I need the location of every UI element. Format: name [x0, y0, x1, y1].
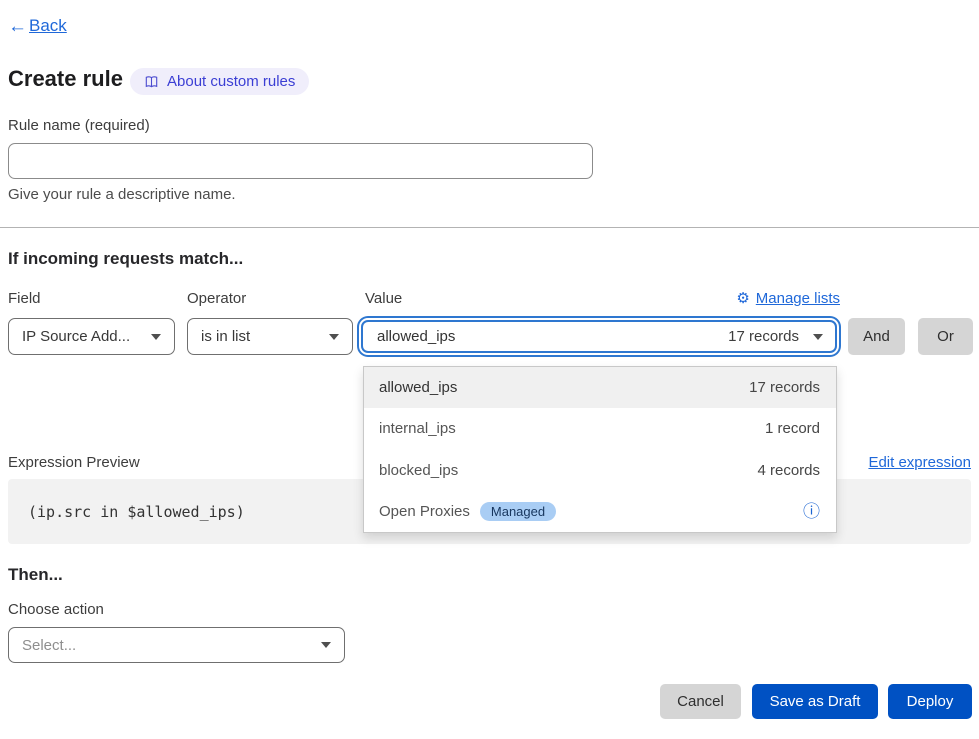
save-as-draft-button[interactable]: Save as Draft — [752, 684, 878, 719]
back-label: Back — [29, 16, 67, 36]
back-arrow-icon: ← — [8, 17, 27, 36]
cancel-button[interactable]: Cancel — [660, 684, 741, 719]
create-rule-page: ← Back Create rule About custom rules Ru… — [0, 0, 979, 739]
manage-lists-label: Manage lists — [756, 290, 840, 307]
rule-name-input[interactable] — [8, 143, 593, 179]
field-select-value: IP Source Add... — [22, 328, 130, 345]
field-label: Field — [8, 290, 41, 307]
operator-select-value: is in list — [201, 328, 250, 345]
rule-name-helper-text: Give your rule a descriptive name. — [8, 186, 236, 203]
and-button[interactable]: And — [848, 318, 905, 355]
action-select-placeholder: Select... — [22, 637, 76, 654]
expression-code: (ip.src in $allowed_ips) — [28, 503, 245, 521]
value-combobox-text: allowed_ips — [377, 328, 455, 345]
list-item-name: internal_ips — [379, 420, 456, 437]
or-button[interactable]: Or — [918, 318, 973, 355]
list-item-records: 4 records — [757, 462, 820, 479]
about-badge-label: About custom rules — [167, 73, 295, 90]
operator-select[interactable]: is in list — [187, 318, 353, 355]
value-combobox[interactable]: allowed_ips 17 records — [361, 320, 837, 353]
action-select[interactable]: Select... — [8, 627, 345, 663]
list-item-name: blocked_ips — [379, 462, 458, 479]
rule-name-label: Rule name (required) — [8, 117, 150, 134]
value-records-count: 17 records — [728, 328, 799, 345]
gear-icon: ⚙ — [736, 289, 749, 307]
list-item-open-proxies[interactable]: Open Proxies Managed ⓘ — [364, 491, 836, 532]
list-item-internal-ips[interactable]: internal_ips 1 record — [364, 408, 836, 449]
book-icon — [144, 75, 159, 89]
operator-label: Operator — [187, 290, 246, 307]
back-link[interactable]: ← Back — [8, 16, 67, 36]
manage-lists-link[interactable]: ⚙ Manage lists — [736, 289, 840, 307]
value-label: Value — [365, 290, 402, 307]
list-item-blocked-ips[interactable]: blocked_ips 4 records — [364, 450, 836, 491]
info-icon[interactable]: ⓘ — [803, 503, 820, 520]
list-item-name: allowed_ips — [379, 379, 457, 396]
choose-action-label: Choose action — [8, 601, 104, 618]
edit-expression-link[interactable]: Edit expression — [868, 454, 971, 471]
edit-expression-label: Edit expression — [868, 454, 971, 471]
section-divider — [0, 227, 979, 228]
chevron-down-icon[interactable] — [813, 334, 823, 340]
expression-preview-label: Expression Preview — [8, 454, 140, 471]
then-section-heading: Then... — [8, 565, 63, 585]
match-section-heading: If incoming requests match... — [8, 249, 243, 269]
about-custom-rules-link[interactable]: About custom rules — [130, 68, 309, 95]
field-select[interactable]: IP Source Add... — [8, 318, 175, 355]
managed-badge: Managed — [480, 502, 556, 521]
page-title: Create rule — [8, 66, 123, 92]
list-dropdown-panel: allowed_ips 17 records internal_ips 1 re… — [363, 366, 837, 533]
chevron-down-icon — [151, 334, 161, 340]
list-item-allowed-ips[interactable]: allowed_ips 17 records — [364, 367, 836, 408]
list-item-records: 1 record — [765, 420, 820, 437]
list-item-name: Open Proxies — [379, 503, 470, 520]
list-item-records: 17 records — [749, 379, 820, 396]
deploy-button[interactable]: Deploy — [888, 684, 972, 719]
chevron-down-icon — [321, 642, 331, 648]
chevron-down-icon — [329, 334, 339, 340]
